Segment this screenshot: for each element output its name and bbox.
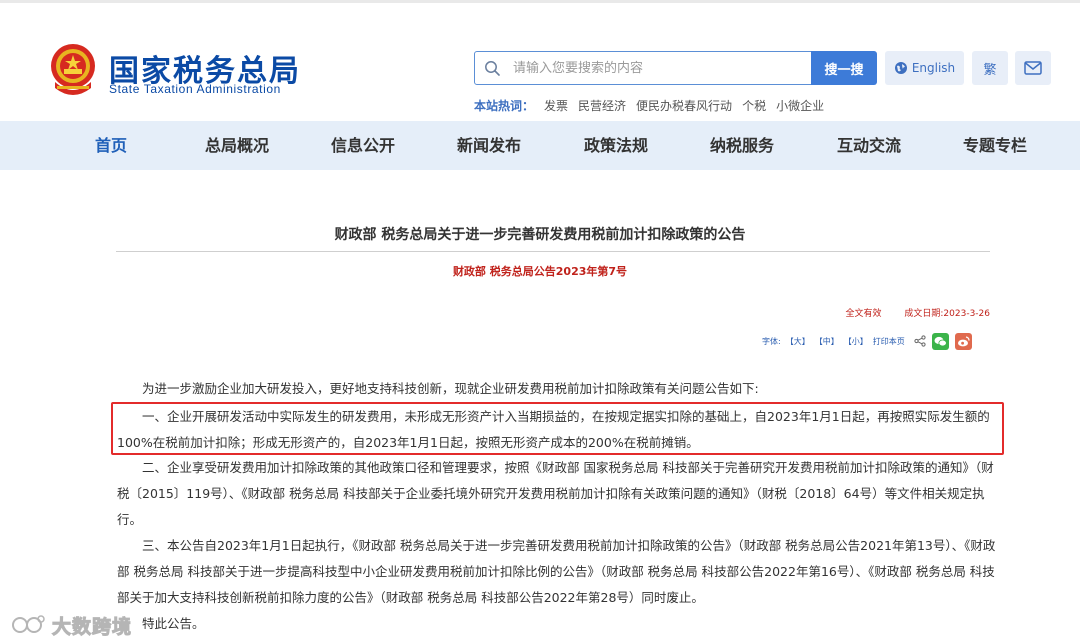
national-emblem-icon [51,44,95,95]
hot-word-link[interactable]: 发票 [544,97,568,114]
article-meta: 全文有效 成文日期:2023-3-26 [835,306,990,319]
validity-status: 全文有效 [845,309,882,319]
wechat-share-icon[interactable] [931,332,949,350]
nav-item-home[interactable]: 首页 [95,121,127,170]
hot-word-link[interactable]: 小微企业 [776,97,824,114]
site-logo[interactable]: 国家税务总局 State Taxation Administration [47,42,299,98]
highlight-box [111,402,1004,455]
hot-words: 本站热词： 发票 民营经济 便民办税春风行动 个税 小微企业 [474,97,824,114]
search-button[interactable]: 搜一搜 [811,51,877,85]
traditional-chinese-button[interactable]: 繁 [972,51,1008,85]
article-tools: 字体: 【大】 【中】 【小】 打印本页 [762,331,972,351]
nav-item-special-topics[interactable]: 专题专栏 [963,121,1027,170]
watermark-logo-icon [12,615,45,633]
english-button[interactable]: English [885,51,964,85]
font-medium-button[interactable]: 【中】 [815,336,839,347]
font-small-button[interactable]: 【小】 [844,336,868,347]
nav-item-tax-service[interactable]: 纳税服务 [710,121,774,170]
hot-word-link[interactable]: 民营经济 [578,97,626,114]
english-label: English [911,61,956,75]
logo-english-title: State Taxation Administration [109,82,281,96]
hot-words-label: 本站热词： [474,99,535,113]
font-large-button[interactable]: 【大】 [786,336,810,347]
article-paragraph: 三、本公告自2023年1月1日起执行，《财政部 税务总局关于进一步完善研发费用税… [117,538,996,605]
nav-item-info-disclosure[interactable]: 信息公开 [331,121,395,170]
watermark-text: 大数跨境 [51,615,133,638]
print-button[interactable]: 打印本页 [873,336,905,347]
hot-word-link[interactable]: 个税 [742,97,766,114]
nav-item-overview[interactable]: 总局概况 [205,121,269,170]
article-paragraph: 为进一步激励企业加大研发投入，更好地支持科技创新，现就企业研发费用税前加计扣除政… [142,381,759,396]
share-icon[interactable] [914,335,926,347]
date-label: 成文日期: [904,309,944,319]
search-input[interactable] [513,56,803,80]
globe-icon [894,62,907,74]
watermark: 大数跨境 [10,611,132,639]
date-value: 2023-3-26 [943,309,990,319]
article-document-number: 财政部 税务总局公告2023年第7号 [452,265,628,278]
article-paragraph: 二、企业享受研发费用加计扣除政策的其他政策口径和管理要求，按照《财政部 国家税务… [117,460,994,527]
mail-icon [1024,61,1042,75]
article-paragraph: 特此公告。 [142,616,205,631]
nav-item-interaction[interactable]: 互动交流 [837,121,901,170]
main-nav: 首页 总局概况 信息公开 新闻发布 政策法规 纳税服务 互动交流 专题专栏 [0,121,1080,170]
article-title: 财政部 税务总局关于进一步完善研发费用税前加计扣除政策的公告 [334,227,746,243]
search-icon [485,61,500,76]
weibo-share-icon[interactable] [954,332,972,350]
nav-item-policies[interactable]: 政策法规 [584,121,648,170]
font-size-label: 字体: [762,336,781,346]
nav-item-news[interactable]: 新闻发布 [457,121,521,170]
top-border [0,0,1080,3]
hot-word-link[interactable]: 便民办税春风行动 [636,97,732,114]
mail-button[interactable] [1015,51,1051,85]
title-divider [116,251,990,252]
